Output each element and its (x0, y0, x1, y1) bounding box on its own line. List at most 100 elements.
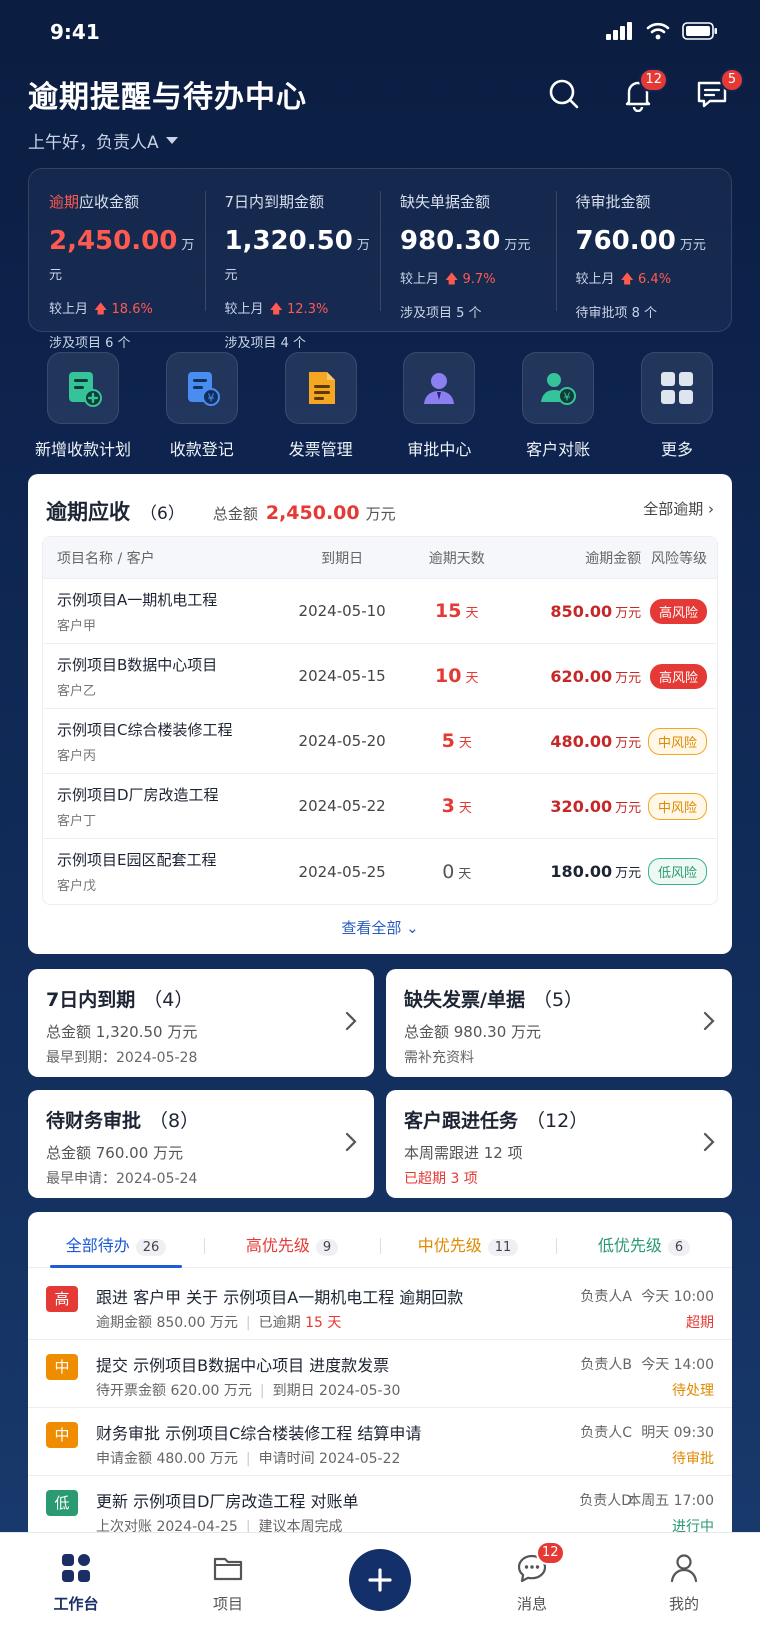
card-line2: 最早申请：2024-05-24 (46, 1171, 198, 1187)
todo-owner: 负责人B (580, 1357, 632, 1373)
priority-badge: 中 (46, 1354, 78, 1380)
nav-workbench[interactable]: 工作台 (0, 1533, 152, 1643)
tab-high[interactable]: 高优先级 9 (204, 1224, 380, 1267)
kpi-compare-value: 🡅 9.7% (445, 272, 496, 287)
notification-button[interactable]: 12 (620, 68, 668, 114)
table-row[interactable]: 示例项目E园区配套工程 客户戊 2024-05-25 0天 180.00 万元 低风… (43, 839, 717, 904)
kpi-label: 7日内到期金额 (224, 193, 325, 211)
todo-time: 今天 10:00 (641, 1289, 714, 1305)
card-count: （4） (143, 989, 194, 1011)
table-row[interactable]: 示例项目D厂房改造工程 客户丁 2024-05-22 3天 320.00 万元 中风… (43, 774, 717, 839)
todo-time: 本周五 17:00 (627, 1493, 714, 1509)
nav-profile[interactable]: 我的 (608, 1533, 760, 1643)
project-name: 示例项目E园区配套工程 (57, 851, 217, 869)
quick-invoice[interactable]: 发票管理 (266, 352, 376, 460)
kpi-compare-label: 较上月 (224, 302, 264, 317)
table-row[interactable]: 示例项目B数据中心项目 客户乙 2024-05-15 10 天 620.00 万元 高… (43, 644, 717, 709)
nav-label: 项目 (212, 1595, 243, 1613)
todo-item[interactable]: 中 财务审批 示例项目C综合楼装修工程 结算申请 申请金额 480.00 万元 |… (28, 1408, 732, 1476)
quick-approval[interactable]: 审批中心 (384, 352, 494, 460)
customer-name: 客户甲 (57, 618, 97, 634)
todo-owner: 负责人C (580, 1425, 632, 1441)
project-name: 示例项目A一期机电工程 (57, 590, 218, 609)
dashboard-icon (62, 1554, 90, 1582)
due-7days-card[interactable]: 7日内到期 （4） 总金额 1,320.50 万元 最早到期：2024-05-28 (28, 969, 374, 1077)
chevron-right-icon (345, 1132, 357, 1152)
overdue-amount: 480.00 万元 (550, 731, 642, 751)
kpi-label: 缺失单据金额 (400, 193, 491, 211)
col-overdue-amount: 逾期金额 (585, 550, 642, 567)
overdue-card: 逾期应收 （6） 总金额 2,450.00 万元 全部逾期 › 项目名称 / 客户 … (28, 474, 732, 954)
kpi-label: 待审批金额 (575, 193, 651, 211)
view-all-button[interactable]: 查看全部 ⌄ (28, 917, 732, 938)
overdue-days: 5天 (441, 730, 472, 752)
todo-time: 明天 09:30 (641, 1425, 714, 1441)
card-line2: 最早到期：2024-05-28 (46, 1050, 198, 1066)
all-overdue-label: 全部逾期 (643, 500, 704, 518)
search-button[interactable] (546, 76, 584, 114)
kpi-value: 760.00 (575, 226, 676, 256)
chevron-down-icon: ⌄ (406, 919, 419, 937)
kpi-value: 2,450.00 (49, 226, 178, 256)
user-switcher[interactable]: 上午好，负责人A (28, 128, 732, 153)
card-line1: 总金额 980.30 万元 (404, 1023, 542, 1041)
quick-label: 更多 (660, 440, 693, 459)
add-button[interactable] (349, 1549, 411, 1611)
overdue-amount: 850.00 万元 (550, 601, 642, 621)
card-count: （8） (149, 1110, 200, 1132)
card-line1: 本周需跟进 12 项 (404, 1144, 523, 1162)
table-row[interactable]: 示例项目A一期机电工程 客户甲 2024-05-10 15 天 850.00 万元 高… (43, 579, 717, 644)
grid-more-icon (660, 372, 693, 404)
card-line1: 总金额 760.00 万元 (46, 1144, 184, 1162)
status-bar: 9:41 (0, 0, 760, 62)
nav-label: 工作台 (53, 1595, 99, 1613)
todo-item[interactable]: 高 跟进 客户甲 关于 示例项目A一期机电工程 逾期回款 逾期金额 850.00… (28, 1272, 732, 1340)
caret-down-icon (165, 136, 178, 144)
card-line2: 需补充资料 (404, 1050, 474, 1066)
quick-add-plan[interactable]: 新增收款计划 (28, 352, 138, 460)
customer-name: 客户乙 (57, 683, 97, 699)
quick-more[interactable]: 更多 (622, 352, 732, 460)
todo-title: 跟进 客户甲 关于 示例项目A一期机电工程 逾期回款 (96, 1288, 464, 1307)
kpi-label: 应收金额 (79, 193, 140, 211)
col-risk: 风险等级 (650, 550, 707, 567)
todo-title: 更新 示例项目D厂房改造工程 对账单 (96, 1492, 359, 1511)
table-row[interactable]: 示例项目C综合楼装修工程 客户丙 2024-05-20 5天 480.00 万元 中… (43, 709, 717, 774)
tab-count: 11 (487, 1239, 519, 1256)
chevron-right-icon (703, 1011, 715, 1031)
risk-badge: 中风险 (647, 792, 707, 820)
all-overdue-link[interactable]: 全部逾期 › (643, 498, 714, 519)
missing-docs-card[interactable]: 缺失发票/单据 （5） 总金额 980.30 万元 需补充资料 (386, 969, 732, 1077)
quick-reconcile[interactable]: ¥ 客户对账 (503, 352, 613, 460)
project-name: 示例项目D厂房改造工程 (57, 785, 219, 804)
overdue-total-label: 总金额 (212, 505, 258, 523)
overdue-amount: 180.00 万元 (550, 862, 642, 881)
kpi-due-7days[interactable]: 7日内到期金额 1,320.50 万元 较上月 🡅 12.3% 涉及项目 4 个 (204, 169, 381, 351)
quick-receipt[interactable]: ¥ 收款登记 (147, 352, 257, 460)
todo-sub1: 申请金额 480.00 万元 (96, 1451, 238, 1467)
todo-item[interactable]: 中 提交 示例项目B数据中心项目 进度款发票 待开票金额 620.00 万元 | 到… (28, 1340, 732, 1408)
svg-text:¥: ¥ (564, 391, 571, 404)
kpi-compare-label: 较上月 (49, 302, 89, 317)
plus-icon (368, 1568, 392, 1592)
nav-projects[interactable]: 项目 (152, 1533, 304, 1643)
page-header: 逾期提醒与待办中心 上午好，负责人A 12 5 (28, 68, 744, 153)
nav-add[interactable] (304, 1533, 456, 1643)
overdue-title: 逾期应收 (46, 500, 130, 524)
overdue-total-unit: 万元 (365, 505, 396, 523)
kpi-overdue[interactable]: 逾期应收金额 2,450.00 万元 较上月 🡅 18.6% 涉及项目 6 个 (29, 169, 205, 351)
chevron-right-icon (345, 1011, 357, 1031)
wifi-icon (646, 22, 670, 40)
tab-all[interactable]: 全部待办 26 (28, 1224, 204, 1268)
message-button[interactable]: 5 (694, 68, 744, 114)
card-title: 7日内到期 (46, 989, 136, 1011)
kpi-missing-docs[interactable]: 缺失单据金额 980.30 万元 较上月 🡅 9.7% 涉及项目 5 个 (380, 169, 556, 331)
finance-approval-card[interactable]: 待财务审批 （8） 总金额 760.00 万元 最早申请：2024-05-24 (28, 1090, 374, 1198)
quick-actions: 新增收款计划 ¥ 收款登记 发票管理 审批中心 ¥ 客户对账 更多 (28, 352, 732, 460)
card-title: 客户跟进任务 (404, 1110, 519, 1132)
tab-medium[interactable]: 中优先级 11 (380, 1224, 556, 1267)
tab-low[interactable]: 低优先级 6 (556, 1224, 732, 1267)
nav-messages[interactable]: 12 消息 (456, 1533, 608, 1643)
kpi-pending-approval[interactable]: 待审批金额 760.00 万元 较上月 🡅 6.4% 待审批项 8 个 (555, 169, 732, 331)
customer-followup-card[interactable]: 客户跟进任务 （12） 本周需跟进 12 项 已超期 3 项 (386, 1090, 732, 1198)
